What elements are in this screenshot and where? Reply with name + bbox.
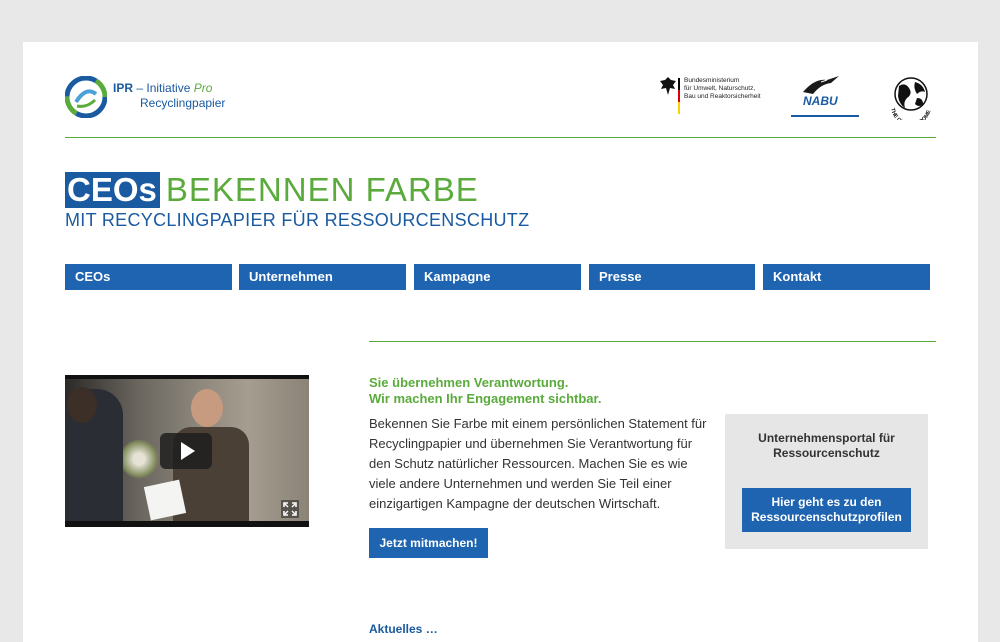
club-of-rome-text: THE CLUB OF ROME [889,108,932,120]
play-icon [181,442,195,460]
german-flag-bar [678,78,680,114]
video-flowers [119,439,159,479]
jetzt-mitmachen-button[interactable]: Jetzt mitmachen! [369,528,488,558]
headline-line2: Wir machen Ihr Engagement sichtbar. [369,391,602,406]
main-nav: CEOs Unternehmen Kampagne Presse Kontakt [65,264,931,290]
campaign-video[interactable] [65,375,309,527]
ressourcenschutzprofile-button[interactable]: Hier geht es zu den Ressourcenschutzprof… [742,488,911,532]
svg-text:THE CLUB OF ROME: THE CLUB OF ROME [889,108,932,120]
title-main: CEOs BEKENNEN FARBE [65,172,479,208]
federal-eagle-icon [660,77,676,95]
ipr-prefix: IPR [113,81,134,95]
bmub-text: Bundesministerium für Umwelt, Naturschut… [684,77,761,100]
nav-item-presse[interactable]: Presse [589,264,755,290]
title-subtitle: MIT RECYCLINGPAPIER FÜR RESSOURCENSCHUTZ [65,210,530,230]
ipr-logo-line1: IPR – Initiative Pro [113,81,212,95]
fullscreen-icon[interactable] [281,500,299,518]
portal-box: Unternehmensportal für Ressourcenschutz … [725,414,928,549]
title-ceos: CEOs [65,172,160,208]
nabu-logo[interactable]: NABU [789,74,859,120]
ipr-pro: Pro [193,81,213,95]
ipr-logo-line2: Recyclingpapier [140,96,226,110]
main-headline: Sie übernehmen Verantwortung. Wir machen… [369,375,602,407]
nav-item-kontakt[interactable]: Kontakt [763,264,930,290]
bmub-logo[interactable]: Bundesministerium für Umwelt, Naturschut… [659,76,769,120]
page: IPR – Initiative Pro Recyclingpapier Bun… [23,42,978,642]
nav-item-ceos[interactable]: CEOs [65,264,232,290]
title-bekennen-farbe: BEKENNEN FARBE [165,171,479,208]
content-divider [369,341,936,342]
nabu-text: NABU [803,94,838,108]
main-body-text: Bekennen Sie Farbe mit einem persönliche… [369,416,707,511]
nav-item-unternehmen[interactable]: Unternehmen [239,264,406,290]
ipr-recycling-logo-icon [65,76,107,118]
headline-line1: Sie übernehmen Verantwortung. [369,375,569,390]
nav-item-kampagne[interactable]: Kampagne [414,264,581,290]
video-person-main-head [191,389,223,427]
ipr-dash: – Initiative [133,81,194,95]
nabu-underline [791,115,859,117]
stork-icon [803,76,839,94]
video-person-left-head [67,387,97,423]
ipr-logo[interactable]: IPR – Initiative Pro Recyclingpapier [65,76,265,120]
aktuelles-heading: Aktuelles … [369,622,438,636]
portal-heading: Unternehmensportal für Ressourcenschutz [758,431,895,460]
header-divider [65,137,936,138]
club-of-rome-logo[interactable]: THE CLUB OF ROME [885,76,937,120]
club-of-rome-label: THE CLUB OF ROME [889,108,932,120]
